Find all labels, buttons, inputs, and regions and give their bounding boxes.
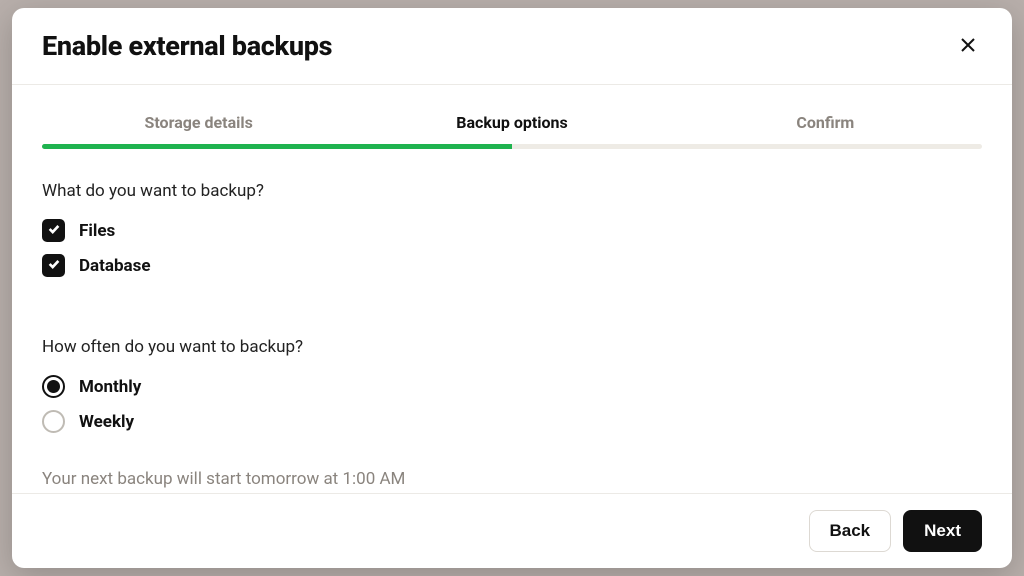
question-what-to-backup: What do you want to backup?	[42, 181, 982, 201]
checkbox-database[interactable]	[42, 254, 65, 277]
check-icon	[47, 257, 61, 274]
question-how-often: How often do you want to backup?	[42, 337, 982, 357]
step-confirm[interactable]: Confirm	[669, 113, 982, 144]
progress-fill	[42, 144, 512, 149]
option-label: Monthly	[79, 377, 141, 397]
radio-monthly[interactable]	[42, 375, 65, 398]
next-backup-hint: Your next backup will start tomorrow at …	[42, 469, 982, 489]
close-icon	[960, 37, 976, 56]
progress-track	[42, 144, 982, 149]
step-backup-options[interactable]: Backup options	[355, 113, 668, 144]
stepper: Storage details Backup options Confirm	[42, 113, 982, 144]
option-label: Files	[79, 221, 115, 241]
option-monthly[interactable]: Monthly	[42, 375, 982, 398]
next-button[interactable]: Next	[903, 510, 982, 552]
option-label: Database	[79, 256, 151, 276]
checkbox-files[interactable]	[42, 219, 65, 242]
check-icon	[47, 222, 61, 239]
radio-dot-icon	[47, 380, 60, 393]
modal: Enable external backups Storage details …	[12, 8, 1012, 568]
option-files[interactable]: Files	[42, 219, 982, 242]
radio-weekly[interactable]	[42, 410, 65, 433]
back-button[interactable]: Back	[809, 510, 892, 552]
option-weekly[interactable]: Weekly	[42, 410, 982, 433]
modal-body: Storage details Backup options Confirm W…	[12, 85, 1012, 493]
option-database[interactable]: Database	[42, 254, 982, 277]
option-label: Weekly	[79, 412, 134, 432]
modal-header: Enable external backups	[12, 8, 1012, 85]
step-storage-details[interactable]: Storage details	[42, 113, 355, 144]
modal-footer: Back Next	[12, 493, 1012, 568]
close-button[interactable]	[954, 32, 982, 60]
modal-title: Enable external backups	[42, 30, 332, 62]
